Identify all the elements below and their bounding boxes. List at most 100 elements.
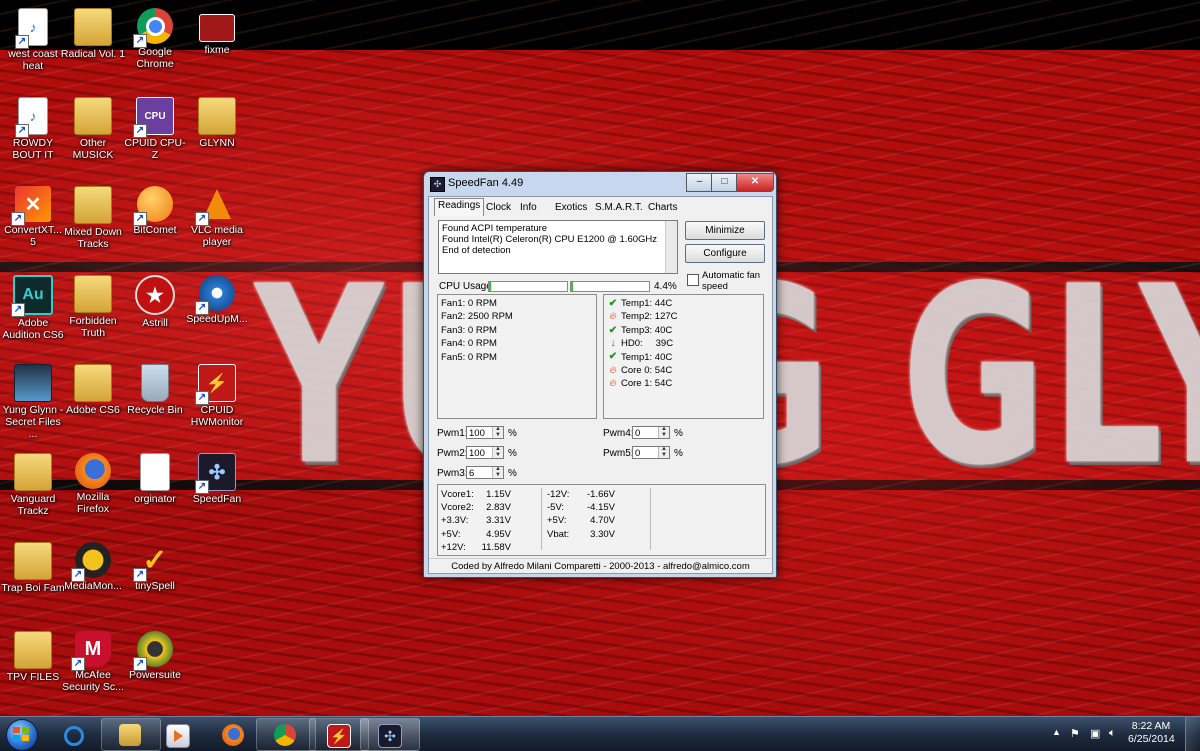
desktop-icon-speedupmypc[interactable]: SpeedUpM... bbox=[184, 275, 250, 325]
tab-info[interactable]: Info bbox=[516, 200, 541, 216]
desktop-icon-mediamonkey[interactable]: MediaMon... bbox=[60, 542, 126, 592]
astrill-star-icon: ★ bbox=[135, 275, 175, 315]
temp-reading: 🔥︎ Temp2: 127C bbox=[607, 310, 760, 323]
desktop-icon-yung-glynn-secret-files[interactable]: Yung Glynn - Secret Files ... bbox=[0, 364, 66, 440]
flame-icon: 🔥︎ bbox=[609, 311, 617, 323]
pwm2-label: Pwm2: bbox=[437, 448, 468, 459]
taskbar-firefox[interactable] bbox=[204, 718, 264, 751]
voltages-column-2: -12V: -1.66V -5V: -4.15V +5V: 4.70V Vbat: 3.… bbox=[547, 488, 615, 541]
folder-icon bbox=[14, 542, 52, 580]
taskbar-media-player[interactable] bbox=[148, 718, 208, 751]
desktop-icon-adobe-cs6[interactable]: Adobe CS6 bbox=[60, 364, 126, 416]
folder-icon bbox=[74, 364, 112, 402]
folder-icon bbox=[14, 453, 52, 491]
log-scrollbar[interactable] bbox=[665, 221, 677, 273]
desktop-icon-google-chrome[interactable]: Google Chrome bbox=[122, 8, 188, 70]
tab-readings[interactable]: Readings bbox=[434, 198, 485, 216]
desktop-icon-powersuite[interactable]: Powersuite bbox=[122, 631, 188, 681]
desktop-icon-cpuid-cpu-z[interactable]: CPU CPUID CPU-Z bbox=[122, 97, 188, 161]
automatic-fan-speed-checkbox[interactable] bbox=[687, 274, 699, 286]
fan-reading: Fan4: 0 RPM bbox=[441, 338, 497, 350]
chrome-icon bbox=[274, 724, 296, 746]
desktop-icon-mcafee[interactable]: M McAfee Security Sc... bbox=[60, 631, 126, 693]
pct-sign: % bbox=[508, 428, 517, 439]
hwmonitor-icon: ⚡ bbox=[327, 724, 351, 748]
pwm4-spinner[interactable]: 0 ▲ ▼ bbox=[632, 426, 670, 439]
bitcomet-icon bbox=[133, 186, 173, 226]
desktop-icon-forbidden-truth[interactable]: Forbidden Truth bbox=[60, 275, 126, 339]
configure-button[interactable]: Configure bbox=[685, 244, 765, 263]
tab-clock[interactable]: Clock bbox=[482, 200, 515, 216]
pwm2-spinner[interactable]: 100 ▲ ▼ bbox=[466, 446, 504, 459]
speedfan-icon: ✣ bbox=[195, 453, 236, 494]
desktop-icon-mixed-down-tracks[interactable]: Mixed Down Tracks bbox=[60, 186, 126, 250]
folder-icon bbox=[74, 97, 112, 135]
pwm3-spinner[interactable]: 6 ▲ ▼ bbox=[466, 466, 504, 479]
pwm5-spinner[interactable]: 0 ▲ ▼ bbox=[632, 446, 670, 459]
window-maximize-button[interactable]: □ bbox=[711, 173, 738, 192]
ok-check-icon: ✔ bbox=[608, 351, 618, 363]
desktop-icon-recycle-bin[interactable]: Recycle Bin bbox=[122, 364, 188, 416]
voltage-reading: -5V: -4.15V bbox=[547, 502, 615, 514]
ok-check-icon: ✔ bbox=[608, 297, 618, 309]
desktop-icon-west-coast-heat[interactable]: ♪ west coast heat bbox=[0, 8, 66, 72]
desktop-icon-cpuid-hwmonitor[interactable]: ⚡ CPUID HWMonitor bbox=[184, 364, 250, 428]
desktop-icon-speedfan[interactable]: ✣ SpeedFan bbox=[184, 453, 250, 505]
pwm5-label: Pwm5: bbox=[603, 448, 634, 459]
desktop-icon-mozilla-firefox[interactable]: Mozilla Firefox bbox=[60, 453, 126, 515]
speedfan-client-area: Readings Clock Info Exotics S.M.A.R.T. C… bbox=[428, 196, 773, 574]
taskbar-speedfan[interactable]: ✣ bbox=[360, 718, 420, 751]
voltage-reading: +12V: 11.58V bbox=[441, 541, 511, 553]
window-close-button[interactable]: ✕ bbox=[736, 173, 774, 192]
fan-reading: Fan1: 0 RPM bbox=[441, 298, 497, 309]
desktop-icon-vanguard-trackz[interactable]: Vanguard Trackz bbox=[0, 453, 66, 517]
desktop-icon-tpv-files[interactable]: TPV FILES bbox=[0, 631, 66, 683]
pct-sign: % bbox=[508, 468, 517, 479]
tab-exotics[interactable]: Exotics bbox=[551, 200, 591, 216]
speedfan-window[interactable]: ✣ SpeedFan 4.49 – □ ✕ Readings Clock Inf… bbox=[423, 171, 777, 578]
window-minimize-button[interactable]: – bbox=[686, 173, 713, 192]
taskbar-internet-explorer[interactable] bbox=[44, 718, 104, 751]
desktop-icon-orginator[interactable]: orginator bbox=[122, 453, 188, 505]
temp-reading: ✔ Temp3: 40C bbox=[608, 324, 673, 336]
ok-check-icon: ✔ bbox=[608, 324, 618, 336]
volume-icon[interactable]: 🔈︎ bbox=[1109, 727, 1116, 740]
detection-log[interactable]: Found ACPI temperature Found Intel(R) Ce… bbox=[438, 220, 678, 274]
temperatures-panel: ✔ Temp1: 44C 🔥︎ Temp2: 127C ✔ Temp3: 40C ↓ H… bbox=[603, 294, 764, 419]
desktop-icon-other-musick[interactable]: Other MUSICK bbox=[60, 97, 126, 161]
temp-reading: 🔥︎ Core 0: 54C bbox=[607, 364, 760, 377]
show-hidden-icons-button[interactable]: ▲ bbox=[1052, 727, 1061, 737]
desktop-icon-astrill[interactable]: ★ Astrill bbox=[122, 275, 188, 329]
speedupmypc-gauge-icon bbox=[195, 275, 235, 315]
tab-smart[interactable]: S.M.A.R.T. bbox=[591, 200, 647, 216]
folder-icon bbox=[74, 186, 112, 224]
folder-icon bbox=[74, 275, 112, 313]
mediamonkey-icon bbox=[71, 542, 111, 582]
desktop-icon-bitcomet[interactable]: BitComet bbox=[122, 186, 188, 236]
desktop-icon-adobe-audition[interactable]: Au Adobe Audition CS6 bbox=[0, 275, 66, 341]
show-desktop-button[interactable] bbox=[1185, 717, 1200, 751]
start-button[interactable] bbox=[2, 717, 42, 751]
system-clock[interactable]: 8:22 AM 6/25/2014 bbox=[1128, 720, 1175, 746]
tinyspell-check-icon: ✓ bbox=[133, 542, 173, 582]
minimize-button[interactable]: Minimize bbox=[685, 221, 765, 240]
desktop-icon-trap-boi-fam[interactable]: Trap Boi Fam bbox=[0, 542, 66, 594]
voltages-column-1: Vcore1: 1.15V Vcore2: 2.83V +3.3V: 3.31V +5… bbox=[441, 488, 511, 554]
action-center-flag-icon[interactable]: ⚑ bbox=[1070, 727, 1080, 740]
desktop-icon-convertxt[interactable]: ✕ ConvertXT... 5 bbox=[0, 186, 66, 248]
desktop-icon-glynn[interactable]: GLYNN bbox=[184, 97, 250, 149]
fan-reading: Fan5: 0 RPM bbox=[441, 351, 497, 363]
desktop-icon-rowdy-bout-it[interactable]: ♪ ROWDY BOUT IT bbox=[0, 97, 66, 161]
desktop-icon-tinyspell[interactable]: ✓ tinySpell bbox=[122, 542, 188, 592]
desktop-icon-vlc[interactable]: VLC media player bbox=[184, 186, 250, 248]
taskbar-google-chrome[interactable] bbox=[256, 718, 316, 751]
convertxtodvd-icon: ✕ bbox=[11, 186, 51, 226]
cpu-usage-value: 4.4% bbox=[654, 281, 677, 292]
tab-charts[interactable]: Charts bbox=[644, 200, 681, 216]
speedfan-titlebar[interactable]: ✣ SpeedFan 4.49 – □ ✕ bbox=[424, 172, 776, 196]
spinner-arrows-icon: ▲ ▼ bbox=[492, 466, 503, 478]
network-icon[interactable]: ▣ bbox=[1090, 727, 1100, 740]
desktop-icon-fixme[interactable]: fixme bbox=[184, 8, 250, 56]
pwm1-spinner[interactable]: 100 ▲ ▼ bbox=[466, 426, 504, 439]
desktop-icon-radical-vol-1[interactable]: Radical Vol. 1 bbox=[60, 8, 126, 60]
